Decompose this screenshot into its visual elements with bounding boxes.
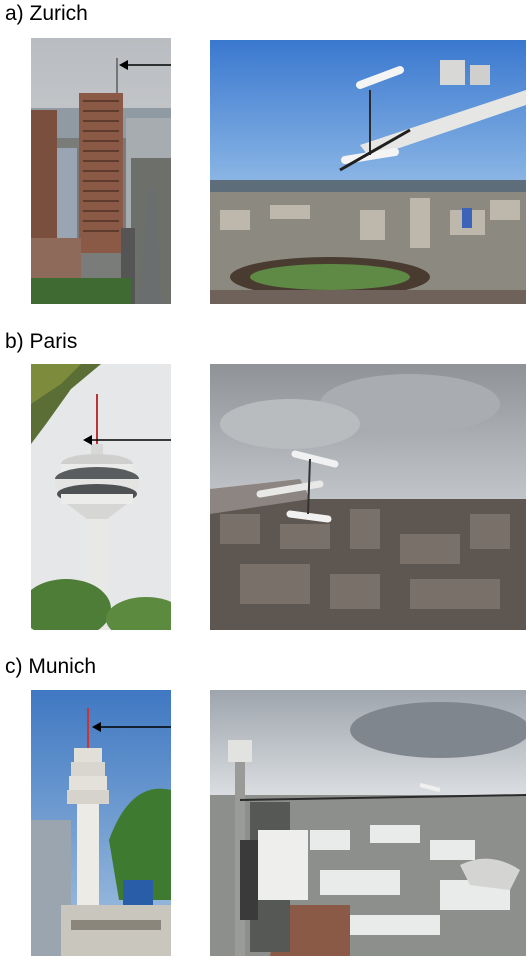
paris-tower-photo — [31, 364, 171, 630]
paris-sensor-view-photo — [210, 364, 526, 630]
panel-label-munich: c) Munich — [5, 655, 97, 678]
panel-label-zurich: a) Zurich — [5, 2, 88, 25]
munich-tower-photo — [31, 690, 171, 956]
zurich-sensor-view-photo — [210, 40, 526, 304]
panel-label-paris: b) Paris — [5, 330, 78, 353]
munich-sensor-view-photo — [210, 690, 526, 956]
zurich-tower-photo — [31, 38, 171, 304]
